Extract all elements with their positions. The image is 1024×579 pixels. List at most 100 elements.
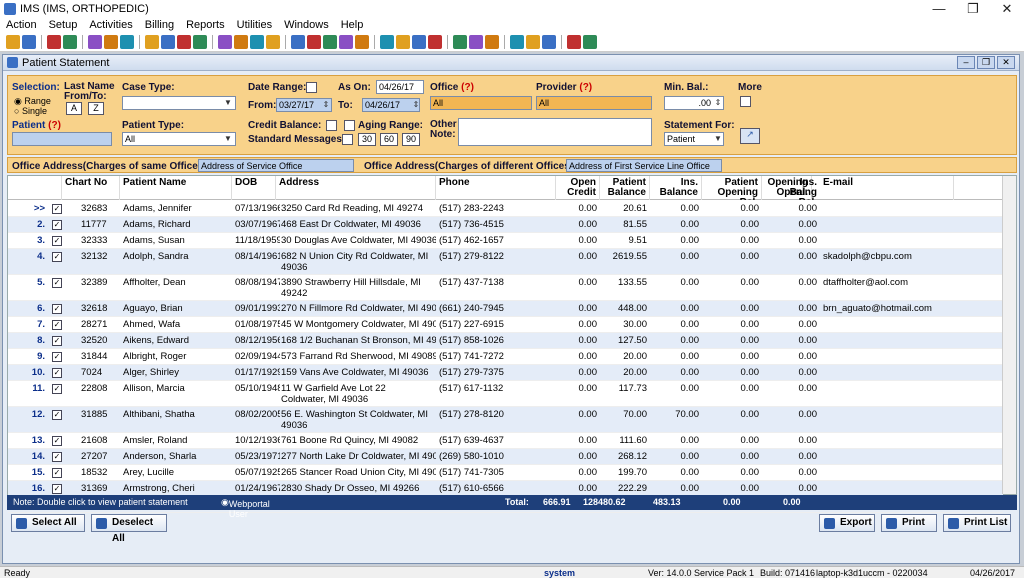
row-checkbox[interactable]: ✓ (52, 320, 62, 330)
row-checkbox[interactable]: ✓ (52, 484, 62, 494)
aging-60-input[interactable]: 60 (380, 133, 398, 146)
toolbar-icon[interactable] (218, 34, 232, 49)
row-checkbox[interactable]: ✓ (52, 236, 62, 246)
child-minimize-icon[interactable]: – (957, 56, 975, 69)
toolbar-icon[interactable] (323, 34, 337, 49)
col-phone[interactable]: Phone (436, 176, 556, 200)
toolbar-icon[interactable] (63, 34, 77, 49)
date-range-checkbox[interactable] (306, 82, 317, 93)
row-checkbox[interactable]: ✓ (52, 352, 62, 362)
print-button[interactable]: Print (881, 514, 937, 532)
diff-office-select[interactable]: Address of First Service Line Office (566, 159, 722, 172)
toolbar-icon[interactable] (412, 34, 426, 49)
col-patient-opening[interactable]: Patient Opening Bal. (702, 176, 762, 200)
row-checkbox[interactable]: ✓ (52, 468, 62, 478)
select-all-button[interactable]: Select All (11, 514, 85, 532)
child-close-icon[interactable]: ✕ (997, 56, 1015, 69)
row-checkbox[interactable]: ✓ (52, 220, 62, 230)
patient-input[interactable] (12, 132, 112, 146)
row-checkbox[interactable]: ✓ (52, 204, 62, 214)
spin-icon[interactable]: ⇕ (712, 97, 724, 109)
row-checkbox[interactable]: ✓ (52, 278, 62, 288)
table-row[interactable]: 3. ✓ 32333 Adams, Susan 11/18/1959 30 Douglas… (8, 233, 1003, 249)
table-row[interactable]: 12. ✓ 31885 Althibani, Shatha 08/02/2005 56 E… (8, 407, 1003, 433)
table-row[interactable]: >> ✓ 32683 Adams, Jennifer 07/13/1966 3250 Ca… (8, 201, 1003, 217)
menu-billing[interactable]: Billing (139, 19, 180, 31)
row-checkbox[interactable]: ✓ (52, 304, 62, 314)
menu-reports[interactable]: Reports (180, 19, 231, 31)
toolbar-icon[interactable] (47, 34, 61, 49)
table-row[interactable]: 15. ✓ 18532 Arey, Lucille 05/07/1925 265 Stan… (8, 465, 1003, 481)
table-row[interactable]: 10. ✓ 7024 Alger, Shirley 01/17/1929 159 Vans… (8, 365, 1003, 381)
toolbar-icon[interactable] (567, 34, 581, 49)
table-row[interactable]: 4. ✓ 32132 Adolph, Sandra 08/14/1961 682 N Un… (8, 249, 1003, 275)
row-checkbox[interactable]: ✓ (52, 336, 62, 346)
aging-range-checkbox[interactable] (344, 120, 355, 131)
case-type-select[interactable] (122, 96, 236, 110)
deselect-all-button[interactable]: Deselect All (91, 514, 167, 544)
row-checkbox[interactable]: ✓ (52, 410, 62, 420)
restore-icon[interactable]: ❐ (956, 0, 990, 18)
from-letter-input[interactable]: A (66, 102, 82, 115)
col-open-credit[interactable]: Open Credit (556, 176, 600, 200)
aging-90-input[interactable]: 90 (402, 133, 420, 146)
close-icon[interactable]: ✕ (990, 0, 1024, 18)
table-row[interactable]: 2. ✓ 11777 Adams, Richard 03/07/1967 468 East… (8, 217, 1003, 233)
child-restore-icon[interactable]: ❐ (977, 56, 995, 69)
toolbar-icon[interactable] (291, 34, 305, 49)
toolbar-icon[interactable] (542, 34, 556, 49)
toolbar-icon[interactable] (396, 34, 410, 49)
toolbar-icon[interactable] (120, 34, 134, 49)
minimize-icon[interactable]: — (922, 0, 956, 18)
credit-balance-checkbox[interactable] (326, 120, 337, 131)
provider-input[interactable]: All (536, 96, 652, 110)
menu-activities[interactable]: Activities (83, 19, 138, 31)
patient-type-select[interactable]: All (122, 132, 236, 146)
row-checkbox[interactable]: ✓ (52, 252, 62, 262)
toolbar-icon[interactable] (104, 34, 118, 49)
col-address[interactable]: Address (276, 176, 436, 200)
toolbar-icon[interactable] (355, 34, 369, 49)
row-checkbox[interactable]: ✓ (52, 384, 62, 394)
toolbar-icon[interactable] (193, 34, 207, 49)
chevron-down-icon[interactable]: ▼ (712, 133, 724, 145)
toolbar-icon[interactable] (469, 34, 483, 49)
menu-setup[interactable]: Setup (43, 19, 84, 31)
table-row[interactable]: 7. ✓ 28271 Ahmed, Wafa 01/08/1975 45 W Montgo… (8, 317, 1003, 333)
vertical-scrollbar[interactable] (1002, 176, 1016, 494)
table-row[interactable]: 5. ✓ 32389 Affholter, Dean 08/08/1947 3890 St… (8, 275, 1003, 301)
table-row[interactable]: 8. ✓ 32520 Aikens, Edward 08/12/1956 168 1/2 … (8, 333, 1003, 349)
toolbar-icon[interactable] (339, 34, 353, 49)
more-checkbox[interactable] (740, 96, 751, 107)
to-letter-input[interactable]: Z (88, 102, 104, 115)
menu-action[interactable]: Action (0, 19, 43, 31)
table-row[interactable]: 9. ✓ 31844 Albright, Roger 02/09/1944 573 Far… (8, 349, 1003, 365)
toolbar-icon[interactable] (453, 34, 467, 49)
menu-help[interactable]: Help (335, 19, 370, 31)
menu-utilities[interactable]: Utilities (231, 19, 278, 31)
toolbar-icon[interactable] (145, 34, 159, 49)
aging-30-input[interactable]: 30 (358, 133, 376, 146)
export-button[interactable]: Export (819, 514, 875, 532)
print-list-button[interactable]: Print List (943, 514, 1011, 532)
toolbar-icon[interactable] (234, 34, 248, 49)
toolbar-icon[interactable] (380, 34, 394, 49)
as-on-input[interactable]: 04/26/17 (376, 80, 424, 94)
table-row[interactable]: 13. ✓ 21608 Amsler, Roland 10/12/1936 761 Boo… (8, 433, 1003, 449)
row-checkbox[interactable]: ✓ (52, 368, 62, 378)
office-input[interactable]: All (430, 96, 532, 110)
col-patient-name[interactable]: Patient Name (120, 176, 232, 200)
same-office-select[interactable]: Address of Service Office (198, 159, 354, 172)
toolbar-icon[interactable] (250, 34, 264, 49)
table-row[interactable]: 14. ✓ 27207 Anderson, Sharla 05/23/1971 277 N… (8, 449, 1003, 465)
toolbar-icon[interactable] (485, 34, 499, 49)
folder-open-icon[interactable]: ↗ (740, 128, 760, 144)
toolbar-icon[interactable] (177, 34, 191, 49)
col-dob[interactable]: DOB (232, 176, 276, 200)
toolbar-icon[interactable] (6, 34, 20, 49)
toolbar-icon[interactable] (510, 34, 524, 49)
col-ins-balance[interactable]: Ins. Balance (650, 176, 702, 200)
toolbar-icon[interactable] (266, 34, 280, 49)
toolbar-icon[interactable] (307, 34, 321, 49)
col-patient-balance[interactable]: Patient Balance (600, 176, 650, 200)
